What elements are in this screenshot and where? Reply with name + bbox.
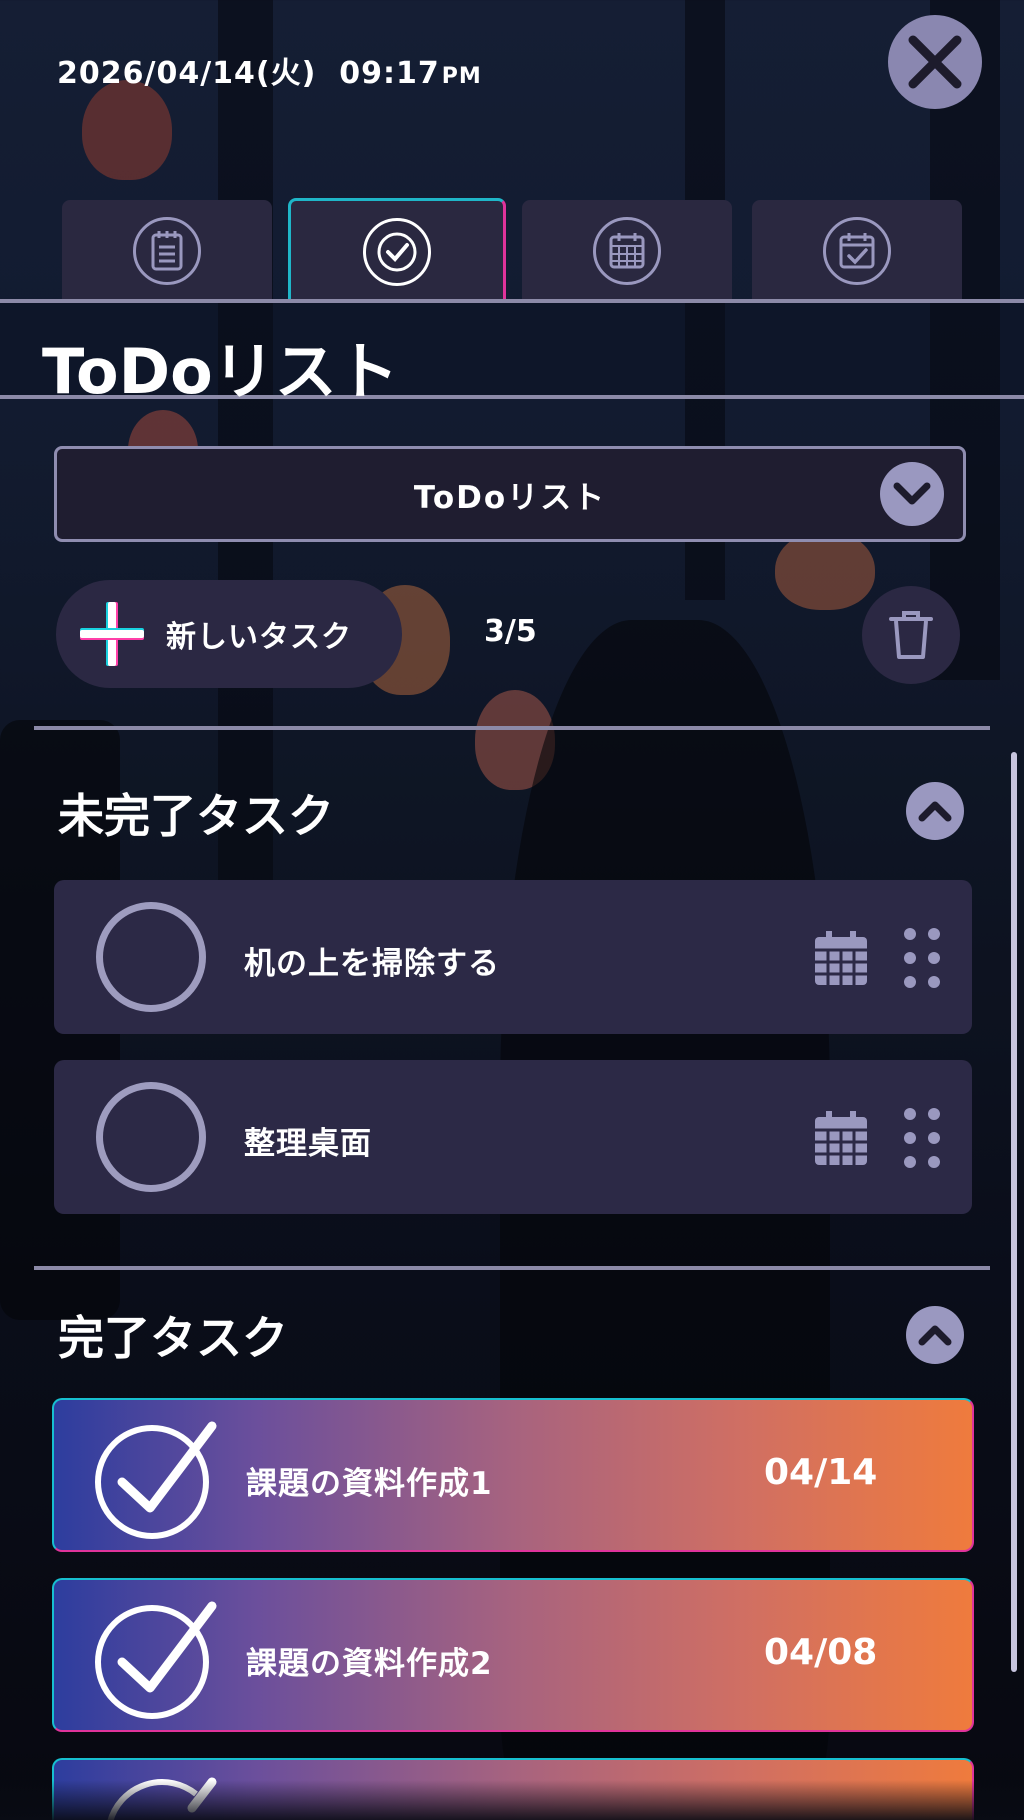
new-task-label: 新しいタスク (166, 620, 352, 655)
status-datetime: 2026/04/14(火) 09:17PM (57, 48, 482, 92)
task-name: 課題の資料作成1 (246, 1466, 493, 1502)
chevron-up-icon (918, 801, 952, 822)
scrollbar[interactable] (1011, 752, 1017, 1672)
checkmark-icon[interactable] (92, 1412, 222, 1542)
calendar-icon[interactable] (812, 1110, 870, 1168)
page-title: ToDoリスト (42, 335, 399, 408)
plus-icon (80, 602, 144, 666)
trash-icon (889, 611, 933, 659)
task-checkbox[interactable] (96, 902, 206, 1012)
task-name: 整理桌面 (244, 1126, 372, 1162)
status-ampm: PM (441, 64, 482, 89)
divider (34, 726, 990, 730)
task-date: 04/08 (764, 1632, 878, 1673)
tab-calendar[interactable] (522, 200, 732, 302)
completed-task-item[interactable]: 課題の資料作成2 04/08 (52, 1578, 974, 1732)
list-selector-value: ToDoリスト (413, 479, 607, 516)
task-count: 3/5 (484, 614, 537, 649)
divider (34, 1266, 990, 1270)
tab-schedule[interactable] (752, 200, 962, 302)
task-item[interactable]: 整理桌面 (54, 1060, 972, 1214)
delete-button[interactable] (862, 586, 960, 684)
check-circle-icon (363, 217, 431, 286)
tab-bar (0, 198, 1024, 302)
collapse-complete-button[interactable] (906, 1306, 964, 1364)
calendar-grid-icon (593, 217, 661, 285)
title-bar: ToDoリスト (0, 299, 1024, 408)
status-time: 09:17 (339, 56, 440, 91)
checkmark-icon[interactable] (92, 1592, 222, 1722)
completed-task-item[interactable]: 課題の資料作成1 04/14 (52, 1398, 974, 1552)
section-title-complete: 完了タスク (58, 1311, 288, 1365)
new-task-button[interactable]: 新しいタスク (56, 580, 402, 688)
notepad-icon (133, 217, 201, 285)
calendar-icon[interactable] (812, 930, 870, 988)
section-title-incomplete: 未完了タスク (58, 789, 334, 843)
chevron-down-icon (880, 462, 944, 526)
close-icon (908, 35, 962, 89)
collapse-incomplete-button[interactable] (906, 782, 964, 840)
drag-handle-icon[interactable] (902, 928, 942, 988)
calendar-check-icon (823, 217, 891, 285)
list-selector[interactable]: ToDoリスト (54, 446, 966, 542)
bottom-fade (0, 1780, 1024, 1820)
chevron-up-icon (918, 1325, 952, 1346)
close-button[interactable] (888, 15, 982, 109)
task-name: 課題の資料作成2 (246, 1646, 493, 1682)
drag-handle-icon[interactable] (902, 1108, 942, 1168)
status-date: 2026/04/14(火) (57, 56, 317, 91)
tab-memo[interactable] (62, 200, 272, 302)
task-checkbox[interactable] (96, 1082, 206, 1192)
task-item[interactable]: 机の上を掃除する (54, 880, 972, 1034)
tab-todo[interactable] (288, 198, 506, 302)
task-name: 机の上を掃除する (244, 946, 500, 982)
task-date: 04/14 (764, 1452, 878, 1493)
